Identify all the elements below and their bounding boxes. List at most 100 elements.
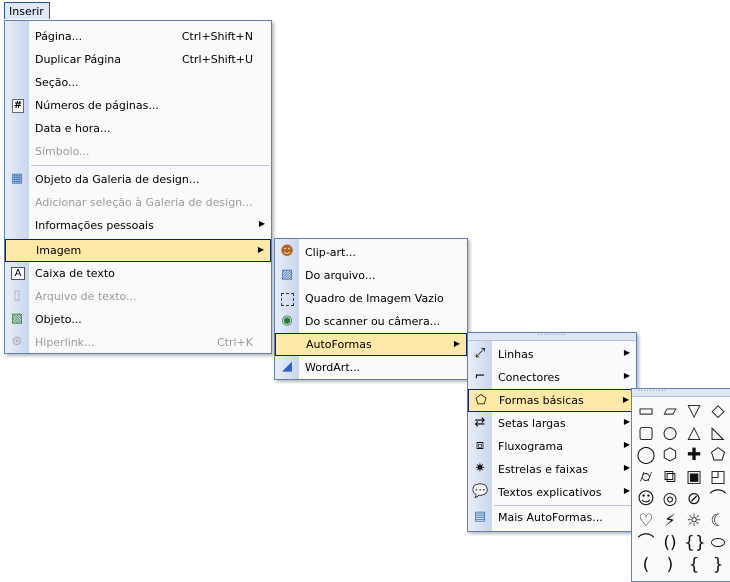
menu-item-numeros-paginas[interactable]: # Números de páginas... [5,94,271,117]
hexagon-shape[interactable]: ⬡ [660,445,680,465]
rectangle-shape[interactable]: ▭ [636,401,656,421]
menu-item-autoformas[interactable]: AutoFormas ▶ [275,333,467,356]
can-shape[interactable]: ⌭ [636,467,656,487]
menu-item-clip-art[interactable]: ☻ Clip-art... [275,241,467,264]
submenu-arrow-icon: ▶ [453,339,460,348]
smiley-shape[interactable]: ☺ [636,489,656,509]
cube-shape[interactable]: ⧉ [660,467,680,487]
menu-item-formas-basicas[interactable]: ⬠ Formas básicas ▶ [468,389,636,412]
triangle-shape[interactable]: △ [684,423,704,443]
arc-line-shape[interactable]: ⌒ [636,533,656,553]
menu-item-textos-explicativos[interactable]: 💬 Textos explicativos ▶ [468,481,636,504]
left-bracket-shape[interactable]: ( [636,555,656,575]
bevel-shape[interactable]: ▣ [684,467,704,487]
menu-item-label: WordArt... [305,361,361,374]
right-bracket-shape[interactable]: ) [660,555,680,575]
donut-shape[interactable]: ◎ [660,489,680,509]
menu-imagem: ☻ Clip-art... ▨ Do arquivo... Quadro de … [274,238,468,380]
menu-item-label: Estrelas e faixas [498,463,588,476]
menu-inserir-title[interactable]: Inserir [4,2,50,19]
menu-item-label: Linhas [498,348,534,361]
double-bracket-shape[interactable]: () [660,533,680,553]
rounded-rectangle-shape[interactable]: ▢ [636,423,656,443]
menu-inserir-label: Inserir [9,5,44,18]
no-symbol-shape[interactable]: ⊘ [684,489,704,509]
diamond-shape[interactable]: ◇ [708,401,728,421]
oval-shape[interactable]: ◯ [636,445,656,465]
menu-item-label: Setas largas [498,417,566,430]
menu-autoformas: ·········· ⤢ Linhas ▶ ⌐ Conectores ▶ ⬠ F… [467,332,637,532]
menu-item-scanner-camera[interactable]: ◉ Do scanner ou câmera... [275,310,467,333]
text-box-icon: A [11,267,25,280]
menu-item-label: Fluxograma [498,440,563,453]
double-brace-shape[interactable]: {} [684,533,706,553]
block-arrows-icon: ⇄ [474,415,486,430]
submenu-arrow-icon: ▶ [623,417,630,426]
menu-item-label: Adicionar seleção à Galeria de design... [35,196,253,209]
menu-item-mais-autoformas[interactable]: ▤ Mais AutoFormas... [468,506,636,529]
menubar: Inserir [0,0,52,20]
sun-shape[interactable]: ☼ [684,511,704,531]
menu-item-informacoes-pessoais[interactable]: Informações pessoais ▶ [5,214,271,237]
connectors-icon: ⌐ [474,369,486,384]
menu-item-label: Conectores [498,371,561,384]
menu-item-secao[interactable]: Seção... [5,71,271,94]
palette-drag-handle[interactable]: ·········· [632,389,730,397]
menu-item-estrelas-faixas[interactable]: ✷ Estrelas e faixas ▶ [468,458,636,481]
plaque-shape[interactable]: ⬭ [708,533,728,553]
menu-item-quadro-vazio[interactable]: Quadro de Imagem Vazio [275,287,467,310]
menu-item-label: Textos explicativos [498,486,602,499]
menu-item-fluxograma[interactable]: ⧈ Fluxograma ▶ [468,435,636,458]
menu-separator [31,165,269,166]
menu-item-label: Duplicar Página [35,53,121,66]
menu-item-conectores[interactable]: ⌐ Conectores ▶ [468,366,636,389]
octagon-shape[interactable]: ○ [660,423,680,443]
menu-item-pagina[interactable]: Página... Ctrl+Shift+N [5,25,271,48]
menu-item-label: Página... [35,30,83,43]
lightning-shape[interactable]: ⚡ [660,511,680,531]
menu-item-hiperlink[interactable]: ⊛ Hiperlink... Ctrl+K [5,331,271,354]
parallelogram-shape[interactable]: ▱ [660,401,680,421]
menu-item-imagem[interactable]: Imagem ▶ [5,239,271,262]
page-number-icon: # [12,99,24,113]
text-file-icon: ▯ [13,288,21,303]
menu-inserir: Página... Ctrl+Shift+N Duplicar Página C… [4,20,272,354]
menu-item-label: Do arquivo... [305,269,376,282]
menu-item-linhas[interactable]: ⤢ Linhas ▶ [468,343,636,366]
cross-shape[interactable]: ✚ [684,445,704,465]
menu-item-caixa-texto[interactable]: A Caixa de texto [5,262,271,285]
left-brace-shape[interactable]: { [684,555,704,575]
more-autoshapes-icon: ▤ [473,509,487,524]
menu-item-shortcut: Ctrl+Shift+U [181,53,253,66]
menu-item-arquivo-texto[interactable]: ▯ Arquivo de texto... [5,285,271,308]
trapezoid-shape[interactable]: ▽ [684,401,704,421]
empty-frame-icon [281,293,294,306]
menu-item-label: Data e hora... [35,122,111,135]
heart-shape[interactable]: ♡ [636,511,656,531]
moon-shape[interactable]: ☾ [708,511,728,531]
right-triangle-shape[interactable]: ◺ [708,423,728,443]
right-brace-shape[interactable]: } [708,555,728,575]
menu-item-setas-largas[interactable]: ⇄ Setas largas ▶ [468,412,636,435]
menu-item-duplicar-pagina[interactable]: Duplicar Página Ctrl+Shift+U [5,48,271,71]
menu-item-data-hora[interactable]: Data e hora... [5,117,271,140]
arc-shape[interactable]: ⌒ [708,489,728,509]
scanner-icon: ◉ [281,313,293,328]
menu-item-simbolo[interactable]: Símbolo... [5,140,271,163]
menu-drag-handle[interactable]: ·········· [468,333,636,341]
menu-item-label: Arquivo de texto... [35,290,137,303]
hyperlink-icon: ⊛ [11,334,23,349]
pentagon-shape[interactable]: ⬠ [708,445,728,465]
menu-item-label: Objeto... [35,313,82,326]
menu-item-objeto[interactable]: ▧ Objeto... [5,308,271,331]
menu-item-label: Mais AutoFormas... [498,511,603,524]
menu-item-wordart[interactable]: ◢ WordArt... [275,356,467,379]
menu-item-label: Números de páginas... [35,99,159,112]
submenu-arrow-icon: ▶ [623,486,630,495]
callouts-icon: 💬 [472,484,489,499]
folded-corner-shape[interactable]: ◰ [708,467,728,487]
menu-item-do-arquivo[interactable]: ▨ Do arquivo... [275,264,467,287]
lines-icon: ⤢ [474,346,486,361]
menu-item-objeto-galeria[interactable]: ▦ Objeto da Galeria de design... [5,168,271,191]
menu-item-adicionar-selecao[interactable]: Adicionar seleção à Galeria de design... [5,191,271,214]
